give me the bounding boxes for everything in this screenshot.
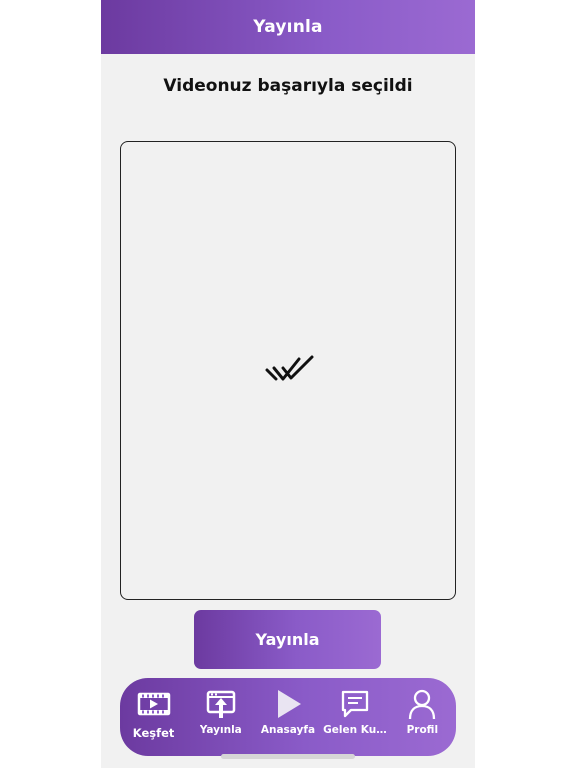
upload-icon <box>206 690 236 718</box>
tab-label: Gelen Kut... <box>323 724 388 736</box>
tab-gelen-kutusu[interactable]: Gelen Kut... <box>322 678 389 736</box>
chat-icon <box>342 690 369 718</box>
top-header: Yayınla <box>101 0 475 54</box>
publish-button[interactable]: Yayınla <box>194 610 381 669</box>
bottom-tab-bar: Keşfet Yayınla Anasayfa Gelen Kut... Pro… <box>120 678 456 756</box>
film-icon <box>137 692 170 716</box>
video-preview-box[interactable] <box>120 141 456 600</box>
tab-kesfet[interactable]: Keşfet <box>120 678 187 740</box>
app-screen: Yayınla Videonuz başarıyla seçildi Yayın… <box>101 0 475 768</box>
tab-label: Anasayfa <box>260 724 316 736</box>
selection-status-text: Videonuz başarıyla seçildi <box>163 76 413 96</box>
home-indicator[interactable] <box>221 754 355 759</box>
tab-label: Profil <box>406 724 439 736</box>
tab-anasayfa[interactable]: Anasayfa <box>254 678 321 736</box>
double-check-icon <box>265 355 314 381</box>
tab-label: Yayınla <box>199 724 242 736</box>
play-icon <box>277 690 301 718</box>
person-icon <box>409 689 436 720</box>
page-title: Yayınla <box>253 17 323 37</box>
tab-yayinla[interactable]: Yayınla <box>187 678 254 736</box>
publish-button-label: Yayınla <box>255 630 320 649</box>
tab-label: Keşfet <box>132 726 175 740</box>
tab-profil[interactable]: Profil <box>389 678 456 736</box>
